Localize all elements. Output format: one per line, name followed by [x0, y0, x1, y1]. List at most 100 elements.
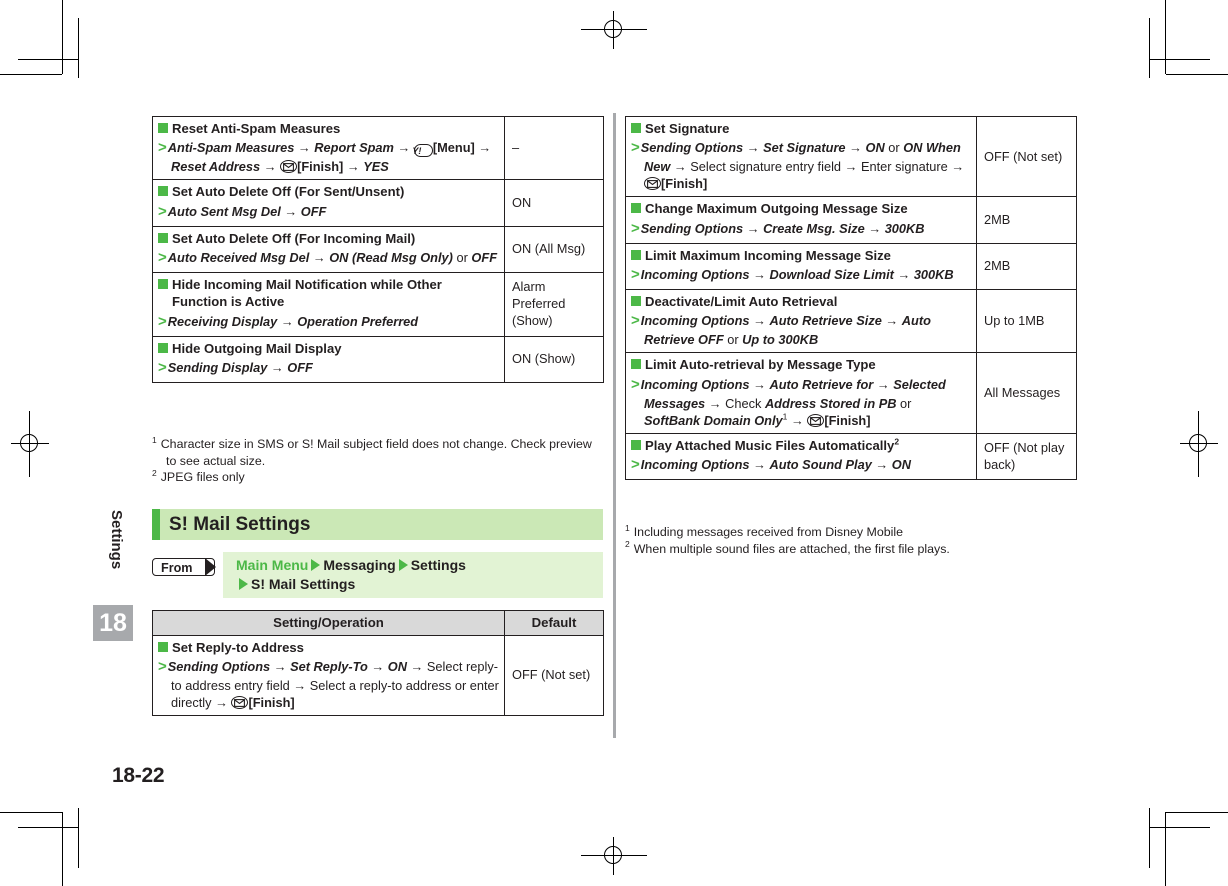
- footnote: 1 Including messages received from Disney…: [625, 524, 1065, 541]
- crop-mark-trim-bottom-left-h: [18, 827, 78, 828]
- right-table-body: Set Signature >Sending Options → Set Sign…: [625, 115, 1077, 481]
- setting-operation-cell: Set Reply-to Address >Sending Options → S…: [152, 634, 505, 716]
- footnote-marker: 1: [152, 434, 157, 445]
- setting-heading: Deactivate/Limit Auto Retrieval: [631, 293, 971, 310]
- left-settings-table: Reset Anti-Spam Measures >Anti-Spam Measu…: [152, 115, 604, 384]
- path-step-messaging[interactable]: Messaging: [323, 557, 395, 573]
- crop-mark-trim-top-left-h: [18, 59, 78, 60]
- operation-steps: >Receiving Display → Operation Preferred: [158, 312, 419, 330]
- chevron-right-icon: >: [158, 312, 167, 330]
- crop-mark-trim-top-right-v: [1149, 18, 1150, 78]
- bullet-square-icon: [631, 439, 641, 450]
- right-footnotes: 1 Including messages received from Disney…: [625, 524, 1065, 557]
- table-row: Play Attached Music Files Automatically2…: [625, 432, 1077, 481]
- crop-mark-top-right-h: [1166, 74, 1228, 75]
- footnote-marker: 2: [152, 467, 157, 478]
- setting-operation-cell: Change Maximum Outgoing Message Size >Sen…: [625, 196, 977, 244]
- setting-operation-cell: Play Attached Music Files Automatically2…: [625, 432, 977, 481]
- setting-heading: Limit Auto-retrieval by Message Type: [631, 356, 971, 373]
- col-header-default: Default: [504, 610, 604, 636]
- operation-steps: >Sending Display → OFF: [158, 359, 313, 377]
- registration-mark-right: [1180, 411, 1218, 477]
- section-title: S! Mail Settings: [169, 513, 311, 535]
- chevron-right-icon: >: [631, 266, 640, 284]
- default-value-cell: ON (Show): [504, 335, 604, 384]
- path-chevron-icon-3: [239, 578, 248, 591]
- path-chevron-icon-2: [398, 559, 408, 571]
- crop-mark-trim-top-left-v: [78, 18, 79, 78]
- operation-steps: >Sending Options → Create Msg. Size → 30…: [631, 219, 925, 237]
- smail-table-head: Setting/Operation Default: [152, 610, 604, 636]
- column-divider: [613, 113, 616, 738]
- chapter-tab: Settings 18: [93, 510, 135, 641]
- registration-mark-bottom: [581, 837, 647, 875]
- footnote-text: When multiple sound files are attached, …: [633, 541, 950, 556]
- crop-mark-top-right-v: [1165, 0, 1166, 74]
- mail-key-icon: [644, 177, 661, 191]
- operation-steps: >Incoming Options → Auto Retrieve Size →…: [631, 312, 931, 348]
- setting-operation-cell: Set Signature >Sending Options → Set Sign…: [625, 115, 977, 198]
- path-step-main-menu[interactable]: Main Menu: [236, 557, 308, 573]
- setting-operation-cell: Hide Outgoing Mail Display >Sending Displ…: [152, 335, 505, 384]
- bullet-square-icon: [158, 186, 168, 197]
- chevron-right-icon: >: [631, 139, 640, 157]
- registration-mark-top: [581, 11, 647, 49]
- bullet-square-icon: [631, 203, 641, 214]
- path-text: Main Menu Messaging Settings S! Mail Settin…: [236, 556, 466, 595]
- footnote: 1 Character size in SMS or S! Mail subjec…: [152, 436, 592, 469]
- section-heading: S! Mail Settings: [152, 509, 603, 540]
- path-step-smail-settings[interactable]: S! Mail Settings: [251, 576, 355, 592]
- footnote-marker: 2: [625, 539, 630, 550]
- smail-table-body: Set Reply-to Address >Sending Options → S…: [152, 634, 604, 716]
- crop-mark-top-left-v: [62, 0, 63, 74]
- default-value-cell: OFF (Not play back): [976, 432, 1077, 481]
- bullet-square-icon: [631, 296, 641, 307]
- chevron-right-icon: >: [158, 139, 167, 157]
- col-header-setting: Setting/Operation: [152, 610, 505, 636]
- manual-page: Settings 18 18-22 Reset Anti-Spam Measur…: [0, 0, 1228, 886]
- setting-heading: Hide Outgoing Mail Display: [158, 340, 499, 357]
- crop-mark-trim-top-right-h: [1150, 59, 1210, 60]
- crop-mark-trim-bottom-right-h: [1150, 827, 1210, 828]
- footnote-text: JPEG files only: [160, 470, 245, 484]
- operation-steps: >Auto Sent Msg Del → OFF: [158, 202, 327, 220]
- setting-heading: Set Signature: [631, 120, 971, 137]
- setting-operation-cell: Reset Anti-Spam Measures >Anti-Spam Measu…: [152, 115, 505, 181]
- right-settings-table: Set Signature >Sending Options → Set Sign…: [625, 115, 1077, 481]
- chevron-right-icon: >: [158, 657, 167, 675]
- page-number: 18-22: [112, 764, 165, 787]
- default-value-cell: 2MB: [976, 242, 1077, 291]
- setting-heading: Set Auto Delete Off (For Sent/Unsent): [158, 183, 499, 200]
- operation-steps: >Incoming Options → Auto Sound Play → ON: [631, 456, 911, 474]
- table-row: Hide Outgoing Mail Display >Sending Displ…: [152, 335, 604, 384]
- operation-steps: >Incoming Options → Auto Retrieve for → …: [631, 375, 946, 428]
- footnote-text: Including messages received from Disney …: [633, 525, 904, 539]
- smail-settings-table: Setting/Operation Default Set Reply-to A…: [152, 610, 604, 716]
- chevron-right-icon: >: [158, 359, 167, 377]
- mail-key-icon: [807, 413, 825, 427]
- setting-heading: Limit Maximum Incoming Message Size: [631, 247, 971, 264]
- bullet-square-icon: [158, 342, 168, 353]
- setting-heading: Set Reply-to Address: [158, 639, 499, 656]
- path-chevron-icon-1: [311, 559, 321, 571]
- yahoo-key-icon: Y!: [412, 144, 433, 158]
- footnote: 2 JPEG files only: [152, 469, 592, 486]
- table-row: Set Reply-to Address >Sending Options → S…: [152, 634, 604, 716]
- footnote-marker: 1: [625, 522, 630, 533]
- operation-steps: >Anti-Spam Measures → Report Spam → Y! [M…: [158, 139, 492, 175]
- default-value-cell: All Messages: [976, 352, 1077, 434]
- bullet-square-icon: [158, 641, 168, 652]
- setting-heading: Change Maximum Outgoing Message Size: [631, 200, 971, 217]
- default-value-cell: OFF (Not set): [976, 115, 1077, 198]
- path-step-settings[interactable]: Settings: [411, 557, 466, 573]
- chevron-right-icon: >: [631, 375, 640, 393]
- navigation-path: From Main Menu Messaging Settings S! Mail S…: [152, 552, 603, 598]
- crop-mark-bottom-left-h: [0, 812, 62, 813]
- bullet-square-icon: [631, 249, 641, 260]
- operation-steps: >Sending Options → Set Reply-To → ON → S…: [158, 657, 499, 710]
- footnote: 2 When multiple sound files are attached,…: [625, 539, 1065, 558]
- from-arrow-icon: [205, 558, 216, 576]
- table-row: Limit Maximum Incoming Message Size >Inco…: [625, 242, 1077, 291]
- table-row: Set Auto Delete Off (For Incoming Mail) >…: [152, 225, 604, 274]
- bullet-square-icon: [158, 123, 168, 133]
